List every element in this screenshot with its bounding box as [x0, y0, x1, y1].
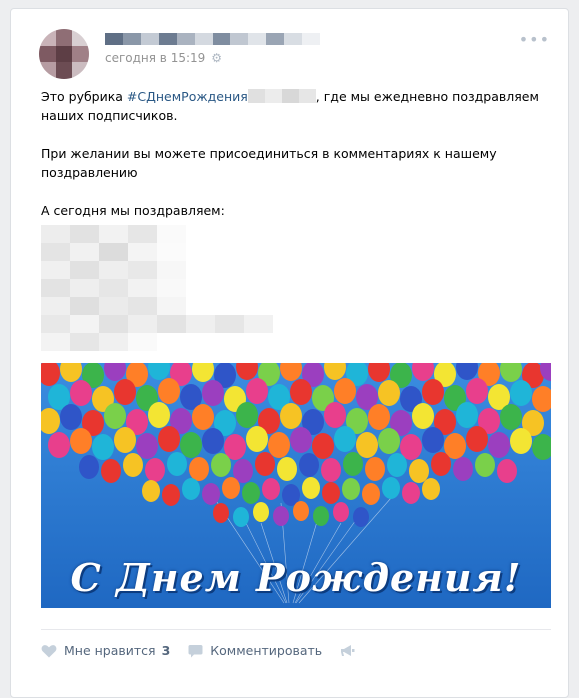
share-button[interactable]	[340, 644, 363, 658]
post-text-paragraph-2: При желании вы можете присоединиться в к…	[41, 146, 497, 180]
heart-icon	[41, 644, 57, 657]
image-caption: С Днем Рождения!	[70, 555, 522, 600]
avatar[interactable]	[39, 29, 89, 79]
like-label: Мне нравится	[64, 643, 156, 658]
gear-icon[interactable]: ⚙	[211, 52, 223, 64]
megaphone-icon	[341, 644, 355, 656]
post-timestamp[interactable]: сегодня в 15:19	[105, 51, 205, 65]
post-text: Это рубрика #СДнемРождения, где мы ежедн…	[41, 87, 551, 220]
post-actions: Мне нравится 3 Комментировать	[41, 643, 381, 658]
post-text-paragraph-1: Это рубрика #СДнемРождения, где мы ежедн…	[41, 87, 551, 125]
comment-icon	[188, 644, 203, 657]
author-name-redacted[interactable]	[105, 33, 321, 45]
birthday-balloons-image[interactable]: С Днем Рождения!	[41, 363, 551, 608]
like-button[interactable]: Мне нравится 3	[41, 643, 170, 658]
post-card: сегодня в 15:19 ⚙ ••• Это рубрика #СДнем…	[10, 8, 569, 698]
redacted-hashtag-suffix	[247, 89, 316, 103]
hashtag-link[interactable]: #СДнемРождения	[127, 89, 248, 104]
redacted-names-block	[41, 225, 273, 351]
actions-divider	[41, 629, 551, 630]
like-count: 3	[161, 643, 171, 658]
post-text-paragraph-3: А сегодня мы поздравляем:	[41, 203, 225, 218]
comment-button[interactable]: Комментировать	[188, 643, 322, 658]
comment-label: Комментировать	[210, 643, 323, 658]
post-text-intro: Это рубрика	[41, 89, 127, 104]
more-options-icon[interactable]: •••	[519, 32, 550, 48]
post-time-row: сегодня в 15:19 ⚙	[105, 51, 223, 65]
